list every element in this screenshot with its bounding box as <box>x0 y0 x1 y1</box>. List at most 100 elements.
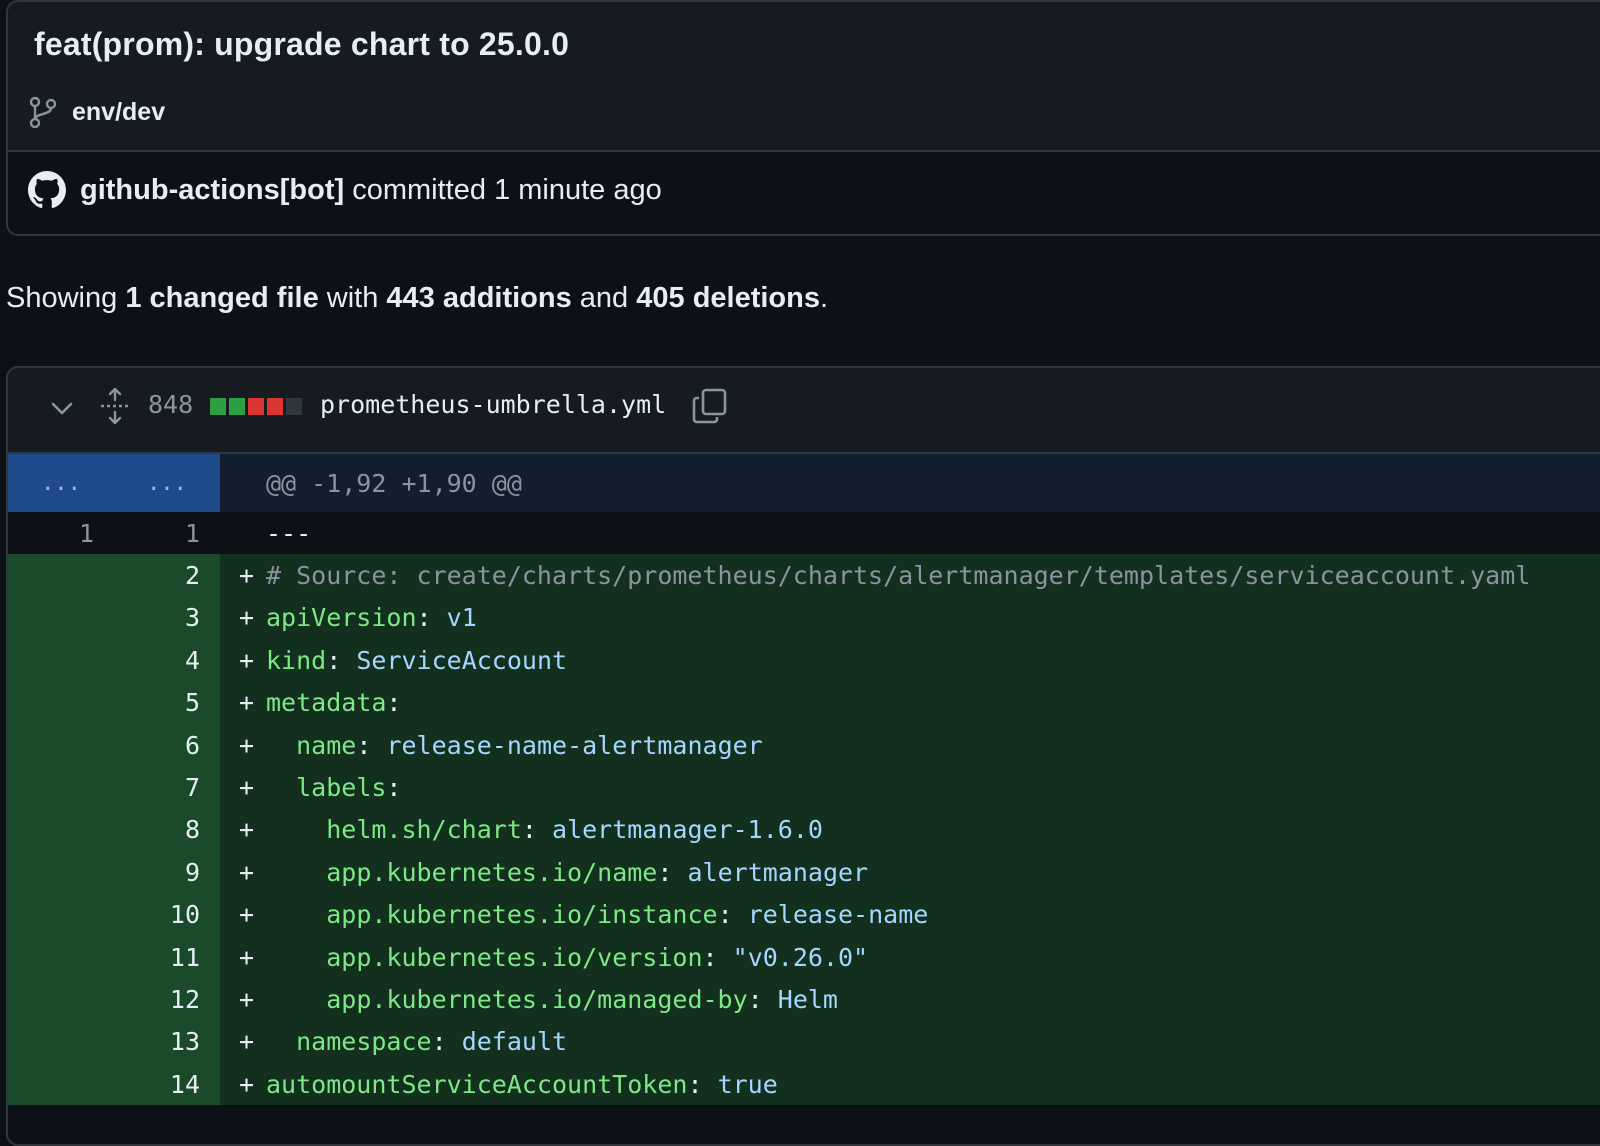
summary-end: . <box>820 282 829 314</box>
diff-plus-marker: + <box>238 1069 254 1099</box>
branch-name[interactable]: env/dev <box>72 98 165 127</box>
yaml-space <box>672 858 687 887</box>
deletions-count: 405 deletions <box>636 282 820 314</box>
new-line-number[interactable]: 10 <box>114 893 220 936</box>
yaml-colon: : <box>717 900 733 930</box>
diff-plus-marker: + <box>238 773 254 803</box>
yaml-value: default <box>461 1027 568 1057</box>
old-line-number[interactable] <box>8 639 114 682</box>
yaml-colon: : <box>657 857 673 887</box>
yaml-key: kind <box>266 645 327 675</box>
code-cell: + namespace: default <box>220 1021 1600 1063</box>
file-header: 848 prometheus-umbrella.yml <box>8 368 1600 454</box>
hunk-header-row: ... ... @@ -1,92 +1,90 @@ <box>8 454 1600 512</box>
yaml-value: "v0.26.0" <box>732 942 869 972</box>
yaml-value: ServiceAccount <box>356 645 568 675</box>
diffstat-bar <box>210 398 305 415</box>
diff-plus-marker: + <box>238 645 254 675</box>
code-cell: + app.kubernetes.io/instance: release-na… <box>220 894 1600 936</box>
diff-added-line: 4 + kind: ServiceAccount <box>8 639 1600 682</box>
new-line-number[interactable]: 11 <box>114 935 220 979</box>
yaml-key: metadata <box>266 688 387 718</box>
file-name-link[interactable]: prometheus-umbrella.yml <box>320 390 666 419</box>
yaml-value: alertmanager-1.6.0 <box>552 815 823 845</box>
old-line-number[interactable] <box>8 766 114 809</box>
diffstat-block <box>210 398 226 415</box>
yaml-space <box>718 943 733 972</box>
old-line-number[interactable] <box>8 1020 114 1064</box>
new-line-number[interactable]: 13 <box>114 1020 220 1064</box>
code-cell: + app.kubernetes.io/version: "v0.26.0" <box>220 936 1600 978</box>
yaml-space <box>371 731 386 760</box>
hunk-header: @@ -1,92 +1,90 @@ <box>266 468 522 498</box>
expand-up-button[interactable]: ... <box>8 454 114 512</box>
new-line-number[interactable]: 12 <box>114 978 220 1021</box>
new-line-number[interactable]: 6 <box>114 723 220 767</box>
commit-time: 1 minute ago <box>494 173 662 206</box>
old-line-number[interactable] <box>8 723 114 767</box>
diff-added-line: 5 + metadata: <box>8 681 1600 724</box>
code-cell: + metadata: <box>220 682 1600 724</box>
file-diff-card: 848 prometheus-umbrella.yml ... ... @@ -… <box>6 366 1600 1146</box>
new-line-number[interactable]: 3 <box>114 596 220 640</box>
diff-plus-marker: + <box>238 857 254 887</box>
code-cell: + app.kubernetes.io/name: alertmanager <box>220 851 1600 893</box>
new-line-number[interactable]: 7 <box>114 766 220 809</box>
branch-row[interactable]: env/dev <box>28 94 165 130</box>
old-line-number[interactable] <box>8 851 114 894</box>
yaml-colon: : <box>386 773 402 803</box>
summary-with: with <box>326 282 379 314</box>
new-line-number[interactable]: 1 <box>114 512 220 555</box>
commit-title: feat(prom): upgrade chart to 25.0.0 <box>34 26 570 62</box>
diff-plus-marker: + <box>238 984 254 1014</box>
diff-plus-marker: + <box>238 1027 254 1057</box>
diff-context-line: 1 1 --- <box>8 512 1600 555</box>
new-line-number[interactable]: 8 <box>114 808 220 852</box>
new-line-number[interactable]: 14 <box>114 1063 220 1106</box>
expand-down-button[interactable]: ... <box>114 454 220 512</box>
old-line-number[interactable]: 1 <box>8 512 114 555</box>
old-line-number[interactable] <box>8 1063 114 1106</box>
new-line-number[interactable]: 5 <box>114 681 220 724</box>
diff-added-line: 8 + helm.sh/chart: alertmanager-1.6.0 <box>8 808 1600 852</box>
yaml-colon: : <box>356 730 372 760</box>
diff-table: ... ... @@ -1,92 +1,90 @@ 1 1 --- 2 + # So… <box>8 454 1600 1106</box>
old-line-number[interactable] <box>8 978 114 1021</box>
yaml-key: app.kubernetes.io/managed-by <box>326 984 748 1014</box>
diff-added-line: 14 + automountServiceAccountToken: true <box>8 1063 1600 1106</box>
diff-plus-marker: + <box>238 561 254 591</box>
diff-added-line: 11 + app.kubernetes.io/version: "v0.26.0" <box>8 935 1600 979</box>
yaml-key: labels <box>296 773 387 803</box>
commit-author-text: github-actions[bot] committed 1 minute a… <box>80 174 662 207</box>
author-link[interactable]: github-actions[bot] <box>80 174 344 206</box>
summary-and: and <box>579 282 629 314</box>
expand-all-icon[interactable] <box>98 386 132 426</box>
yaml-space <box>733 900 748 929</box>
old-line-number[interactable] <box>8 808 114 852</box>
new-line-number[interactable]: 9 <box>114 851 220 894</box>
diff-plus-marker: + <box>238 815 254 845</box>
code-cell: + helm.sh/chart: alertmanager-1.6.0 <box>220 809 1600 851</box>
avatar[interactable] <box>26 169 68 211</box>
old-line-number[interactable] <box>8 554 114 597</box>
chevron-down-icon[interactable] <box>48 394 76 422</box>
code-text: --- <box>266 518 312 548</box>
commit-author-row: github-actions[bot] committed 1 minute a… <box>26 169 662 211</box>
commit-header-card: feat(prom): upgrade chart to 25.0.0 env/… <box>6 0 1600 236</box>
old-line-number[interactable] <box>8 935 114 979</box>
diff-added-line: 12 + app.kubernetes.io/managed-by: Helm <box>8 978 1600 1021</box>
yaml-colon: : <box>431 1027 447 1057</box>
old-line-number[interactable] <box>8 681 114 724</box>
new-line-number[interactable]: 2 <box>114 554 220 597</box>
old-line-number[interactable] <box>8 893 114 936</box>
copy-icon[interactable] <box>690 386 730 426</box>
diffstat-block <box>267 398 283 415</box>
new-line-number[interactable]: 4 <box>114 639 220 682</box>
old-line-number[interactable] <box>8 596 114 640</box>
changed-files-count[interactable]: 1 changed file <box>125 282 318 314</box>
